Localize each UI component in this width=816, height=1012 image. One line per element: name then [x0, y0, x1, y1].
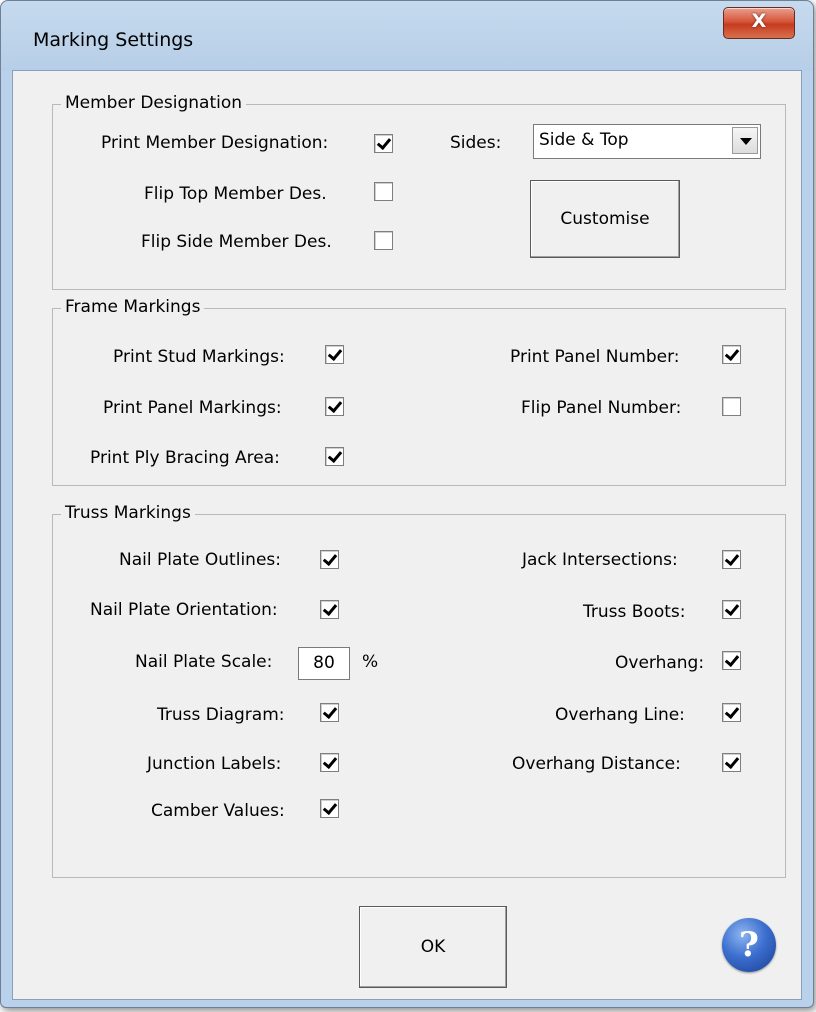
- help-icon[interactable]: ?: [722, 918, 776, 972]
- chevron-down-icon[interactable]: [732, 127, 758, 154]
- nail-plate-scale-input[interactable]: 80: [298, 647, 350, 680]
- frame-markings-title: Frame Markings: [61, 297, 205, 317]
- truss-diagram-checkbox[interactable]: [320, 703, 339, 722]
- nail-plate-outlines-checkbox[interactable]: [320, 550, 339, 569]
- truss-diagram-label: Truss Diagram:: [157, 705, 285, 725]
- overhang-line-label: Overhang Line:: [555, 705, 685, 725]
- flip-top-member-des-label: Flip Top Member Des.: [144, 184, 327, 204]
- ok-button[interactable]: OK: [359, 906, 507, 988]
- nail-plate-scale-unit: %: [362, 652, 379, 672]
- flip-top-member-des-checkbox[interactable]: [374, 182, 393, 201]
- close-button[interactable]: X: [723, 7, 795, 39]
- nail-plate-scale-label: Nail Plate Scale:: [135, 652, 273, 672]
- junction-labels-checkbox[interactable]: [320, 753, 339, 772]
- sides-label: Sides:: [450, 133, 502, 153]
- nail-plate-outlines-label: Nail Plate Outlines:: [119, 550, 281, 570]
- truss-boots-checkbox[interactable]: [722, 600, 741, 619]
- sides-dropdown[interactable]: Side & Top: [533, 124, 761, 159]
- print-member-designation-checkbox[interactable]: [374, 134, 393, 153]
- camber-values-label: Camber Values:: [151, 801, 285, 821]
- jack-intersections-checkbox[interactable]: [722, 550, 741, 569]
- close-icon: X: [751, 10, 767, 32]
- flip-panel-number-label: Flip Panel Number:: [521, 398, 682, 418]
- customise-button[interactable]: Customise: [530, 180, 680, 258]
- flip-side-member-des-label: Flip Side Member Des.: [141, 232, 332, 252]
- flip-side-member-des-checkbox[interactable]: [374, 231, 393, 250]
- print-stud-markings-label: Print Stud Markings:: [113, 347, 285, 367]
- print-panel-markings-label: Print Panel Markings:: [103, 398, 282, 418]
- print-stud-markings-checkbox[interactable]: [325, 345, 344, 364]
- window-title: Marking Settings: [33, 29, 194, 51]
- camber-values-checkbox[interactable]: [320, 799, 339, 818]
- overhang-label: Overhang:: [615, 653, 705, 673]
- flip-panel-number-checkbox[interactable]: [722, 397, 741, 416]
- truss-boots-label: Truss Boots:: [583, 602, 686, 622]
- junction-labels-label: Junction Labels:: [147, 754, 282, 774]
- truss-markings-title: Truss Markings: [61, 503, 195, 523]
- print-panel-markings-checkbox[interactable]: [325, 397, 344, 416]
- title-bar[interactable]: Marking Settings X: [1, 1, 813, 71]
- print-ply-bracing-area-checkbox[interactable]: [325, 447, 344, 466]
- print-member-designation-label: Print Member Designation:: [101, 133, 329, 153]
- nail-plate-orientation-label: Nail Plate Orientation:: [90, 600, 278, 620]
- overhang-distance-label: Overhang Distance:: [512, 754, 681, 774]
- nail-plate-orientation-checkbox[interactable]: [320, 600, 339, 619]
- overhang-line-checkbox[interactable]: [722, 703, 741, 722]
- print-panel-number-label: Print Panel Number:: [510, 347, 680, 367]
- jack-intersections-label: Jack Intersections:: [522, 550, 678, 570]
- overhang-distance-checkbox[interactable]: [722, 753, 741, 772]
- overhang-checkbox[interactable]: [722, 651, 741, 670]
- print-panel-number-checkbox[interactable]: [722, 345, 741, 364]
- member-designation-title: Member Designation: [61, 93, 247, 113]
- sides-dropdown-value: Side & Top: [539, 130, 629, 150]
- print-ply-bracing-area-label: Print Ply Bracing Area:: [90, 448, 280, 468]
